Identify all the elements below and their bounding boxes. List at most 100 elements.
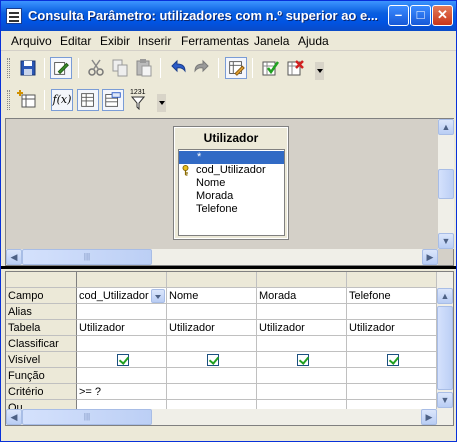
visible-checkbox[interactable]	[297, 354, 309, 366]
paste-icon[interactable]	[133, 57, 155, 79]
grid-horizontal-scrollbar[interactable]: ◀ ||| ▶	[6, 409, 453, 425]
minimize-button[interactable]: –	[388, 5, 409, 26]
toolbar-overflow-dropdown[interactable]	[315, 62, 324, 80]
alias-cell[interactable]	[167, 304, 257, 320]
classificar-cell[interactable]	[167, 336, 257, 352]
functions-toggle[interactable]: f(x)	[51, 89, 73, 111]
title-bar[interactable]: Consulta Parâmetro: utilizadores com n.º…	[1, 1, 456, 31]
scroll-up-button[interactable]: ▲	[438, 119, 454, 135]
redo-icon[interactable]	[191, 57, 213, 79]
menu-arquivo[interactable]: Arquivo	[11, 34, 52, 48]
criterio-cell[interactable]	[347, 384, 437, 400]
menu-ferramentas[interactable]: Ferramentas	[181, 34, 249, 48]
maximize-button[interactable]: □	[410, 5, 431, 26]
funcao-cell[interactable]	[77, 368, 167, 384]
field-morada[interactable]: Morada	[179, 190, 284, 203]
scroll-left-button[interactable]: ◀	[6, 409, 22, 425]
clear-query-icon[interactable]	[284, 57, 306, 79]
campo-cell[interactable]: Morada	[257, 288, 347, 304]
visible-checkbox[interactable]	[117, 354, 129, 366]
classificar-cell[interactable]	[347, 336, 437, 352]
tabela-cell[interactable]: Utilizador	[77, 320, 167, 336]
save-icon[interactable]	[17, 57, 39, 79]
field-telefone[interactable]: Telefone	[179, 203, 284, 216]
column-header[interactable]	[167, 272, 257, 288]
table-design-area[interactable]: Utilizador * cod_Utilizador Nome Morada …	[5, 118, 454, 266]
visivel-cell	[167, 352, 257, 368]
field-nome[interactable]: Nome	[179, 177, 284, 190]
menu-ajuda[interactable]: Ajuda	[298, 34, 329, 48]
pane-splitter[interactable]	[1, 266, 456, 269]
scroll-up-button[interactable]: ▲	[437, 288, 453, 304]
app-icon[interactable]	[6, 8, 22, 24]
field-cod-utilizador[interactable]: cod_Utilizador	[179, 164, 284, 177]
visible-checkbox[interactable]	[387, 354, 399, 366]
toolbar-grip[interactable]	[7, 58, 10, 78]
table-names-icon[interactable]	[77, 89, 99, 111]
alias-cell[interactable]	[347, 304, 437, 320]
scroll-thumb[interactable]	[437, 306, 453, 390]
classificar-cell[interactable]	[77, 336, 167, 352]
visivel-cell	[77, 352, 167, 368]
scroll-down-button[interactable]: ▼	[437, 392, 453, 408]
add-table-icon[interactable]	[17, 89, 39, 111]
funcao-cell[interactable]	[167, 368, 257, 384]
menu-exibir[interactable]: Exibir	[100, 34, 130, 48]
funcao-cell[interactable]	[347, 368, 437, 384]
classificar-cell[interactable]	[257, 336, 347, 352]
scroll-thumb[interactable]: |||	[22, 409, 152, 425]
edit-mode-icon[interactable]	[50, 57, 72, 79]
visible-checkbox[interactable]	[207, 354, 219, 366]
design-horizontal-scrollbar[interactable]: ◀ ||| ▶	[6, 249, 438, 265]
field-all[interactable]: *	[179, 151, 284, 164]
campo-combo[interactable]: cod_Utilizador	[77, 288, 167, 304]
window-title: Consulta Parâmetro: utilizadores com n.º…	[28, 8, 379, 23]
criterio-cell[interactable]: >= ?	[77, 384, 167, 400]
column-header[interactable]	[257, 272, 347, 288]
design-view-icon[interactable]	[225, 57, 247, 79]
cut-icon[interactable]	[85, 57, 107, 79]
field-list[interactable]: * cod_Utilizador Nome Morada Telefone	[178, 149, 285, 236]
scroll-right-button[interactable]: ▶	[422, 249, 438, 265]
query-design-toolbar: f(x) 1231	[1, 84, 456, 116]
scroll-right-button[interactable]: ▶	[421, 409, 437, 425]
toolbar-separator	[252, 58, 253, 78]
grid-vertical-scrollbar[interactable]: ▲ ▼	[437, 272, 453, 409]
tabela-cell[interactable]: Utilizador	[347, 320, 437, 336]
run-query-icon[interactable]	[259, 57, 281, 79]
menu-inserir[interactable]: Inserir	[138, 34, 171, 48]
tabela-cell[interactable]: Utilizador	[167, 320, 257, 336]
alias-cell[interactable]	[257, 304, 347, 320]
close-button[interactable]: ✕	[432, 5, 453, 26]
menu-janela[interactable]: Janela	[254, 34, 289, 48]
copy-icon[interactable]	[109, 57, 131, 79]
funcao-cell[interactable]	[257, 368, 347, 384]
column-header[interactable]	[77, 272, 167, 288]
scroll-left-button[interactable]: ◀	[6, 249, 22, 265]
chevron-down-icon[interactable]	[151, 289, 165, 303]
menu-editar[interactable]: Editar	[60, 34, 91, 48]
tabela-cell[interactable]: Utilizador	[257, 320, 347, 336]
toolbar-grip[interactable]	[7, 90, 10, 110]
scroll-down-button[interactable]: ▼	[438, 233, 454, 249]
toolbar-separator	[44, 58, 45, 78]
scroll-thumb[interactable]: |||	[22, 249, 152, 265]
row-header-funcao: Função	[6, 368, 77, 384]
limit-icon[interactable]: 1231	[128, 89, 150, 111]
alias-cell[interactable]	[77, 304, 167, 320]
row-header-classificar: Classificar	[6, 336, 77, 352]
filter-funnel-icon	[131, 96, 145, 110]
criterio-cell[interactable]	[167, 384, 257, 400]
table-window[interactable]: Utilizador * cod_Utilizador Nome Morada …	[173, 126, 289, 240]
column-header[interactable]	[347, 272, 437, 288]
toolbar-overflow-dropdown[interactable]	[157, 94, 166, 112]
scroll-thumb[interactable]	[438, 169, 454, 199]
undo-icon[interactable]	[167, 57, 189, 79]
design-vertical-scrollbar[interactable]: ▲ ▼	[438, 119, 454, 249]
campo-cell[interactable]: Telefone	[347, 288, 437, 304]
toolbar-separator	[78, 58, 79, 78]
campo-cell[interactable]: Nome	[167, 288, 257, 304]
table-window-title[interactable]: Utilizador	[175, 128, 287, 148]
criterio-cell[interactable]	[257, 384, 347, 400]
alias-icon[interactable]	[102, 89, 124, 111]
